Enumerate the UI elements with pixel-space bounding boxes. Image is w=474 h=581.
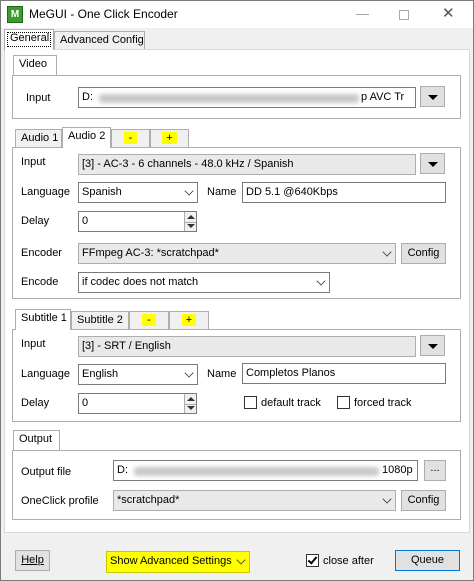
show-advanced-settings-select[interactable]: Show Advanced Settings <box>106 551 250 573</box>
check-icon <box>307 554 318 565</box>
default-track-checkbox[interactable] <box>244 396 257 409</box>
audio-add-label: + <box>162 132 177 144</box>
chevron-down-icon <box>382 494 392 504</box>
chevron-down-icon <box>184 186 194 196</box>
chevron-down-icon <box>382 247 392 257</box>
spin-up-icon <box>187 215 195 219</box>
audio-name-field[interactable]: DD 5.1 @640Kbps <box>242 182 446 203</box>
spin-down-icon <box>187 406 195 410</box>
audio-config-button[interactable]: Config <box>401 243 446 264</box>
output-file-suffix: 1080p <box>382 464 413 476</box>
subtitle-input-select[interactable]: [3] - SRT / English <box>78 336 416 357</box>
video-input-redacted <box>99 94 359 103</box>
subtitle-input-label: Input <box>21 338 46 350</box>
close-after-checkbox[interactable] <box>306 554 319 567</box>
video-input-field[interactable]: D: p AVC Tr <box>78 87 416 108</box>
audio-encoder-value: FFmpeg AC-3: *scratchpad* <box>82 247 219 259</box>
video-input-suffix: p AVC Tr <box>361 91 405 103</box>
subtitle-delay-value: 0 <box>82 397 89 409</box>
forced-track-checkbox[interactable] <box>337 396 350 409</box>
audio-name-label: Name <box>207 186 237 198</box>
oneclick-profile-select[interactable]: *scratchpad* <box>113 490 396 511</box>
tab-audio-add[interactable]: + <box>150 129 189 148</box>
audio-language-label: Language <box>21 186 70 198</box>
tab-output[interactable]: Output <box>13 430 60 451</box>
spin-up-icon <box>187 397 195 401</box>
audio-encode-value: if codec does not match <box>82 276 199 288</box>
tab-general[interactable]: General <box>4 29 54 50</box>
subtitle-delay-spinner[interactable] <box>184 394 196 413</box>
chevron-down-icon <box>236 555 246 565</box>
forced-track-label: forced track <box>354 397 412 409</box>
tab-advanced-config[interactable]: Advanced Config <box>54 31 145 50</box>
video-input-dropdown-button[interactable] <box>420 86 445 107</box>
oneclick-profile-label: OneClick profile <box>21 495 99 507</box>
dropdown-arrow-icon <box>427 161 438 167</box>
tab-subtitle-2[interactable]: Subtitle 2 <box>71 311 129 330</box>
close-icon[interactable]: ✕ <box>442 4 455 22</box>
audio-remove-label: - <box>123 132 138 144</box>
audio-language-select[interactable]: Spanish <box>78 182 198 203</box>
audio-input-select[interactable]: [3] - AC-3 - 6 channels - 48.0 kHz / Spa… <box>78 154 416 175</box>
audio-language-value: Spanish <box>82 186 122 198</box>
audio-input-dropdown-button[interactable] <box>420 153 445 174</box>
tab-audio-1[interactable]: Audio 1 <box>15 129 62 148</box>
title-bar[interactable]: M MeGUI - One Click Encoder — ✕ <box>1 1 473 28</box>
tab-audio-2[interactable]: Audio 2 <box>62 127 111 148</box>
oneclick-profile-value: *scratchpad* <box>117 494 180 506</box>
tab-subtitle-add[interactable]: + <box>169 311 209 330</box>
subtitle-language-value: English <box>82 368 119 380</box>
close-after-label: close after <box>323 555 374 567</box>
tab-audio-remove[interactable]: - <box>111 129 150 148</box>
chevron-down-icon <box>184 368 194 378</box>
subtitle-input-dropdown-button[interactable] <box>420 335 445 356</box>
subtitle-language-label: Language <box>21 368 70 380</box>
dropdown-arrow-icon <box>427 94 438 100</box>
chevron-down-icon <box>316 276 326 286</box>
help-button[interactable]: Help <box>15 550 50 571</box>
tab-subtitle-1[interactable]: Subtitle 1 <box>15 309 71 330</box>
spin-down-icon <box>187 224 195 228</box>
advanced-settings-label: Show Advanced Settings <box>110 555 232 567</box>
subtitle-add-label: + <box>181 314 197 326</box>
audio-encode-select[interactable]: if codec does not match <box>78 272 330 293</box>
queue-button[interactable]: Queue <box>395 550 460 571</box>
maximize-icon[interactable] <box>399 10 409 20</box>
audio-delay-spinner[interactable] <box>184 212 196 231</box>
subtitle-name-label: Name <box>207 368 237 380</box>
help-label: Help <box>21 554 44 566</box>
audio-delay-value: 0 <box>82 215 89 227</box>
audio-encoder-label: Encoder <box>21 247 62 259</box>
subtitle-name-field[interactable]: Completos Planos <box>242 363 446 384</box>
minimize-icon[interactable]: — <box>356 6 369 21</box>
subtitle-delay-label: Delay <box>21 397 50 409</box>
audio-encode-label: Encode <box>21 276 59 288</box>
audio-input-label: Input <box>21 156 46 168</box>
audio-encoder-select[interactable]: FFmpeg AC-3: *scratchpad* <box>78 243 396 264</box>
subtitle-language-select[interactable]: English <box>78 364 198 385</box>
dropdown-arrow-icon <box>427 343 438 349</box>
megui-app-icon: M <box>7 6 23 23</box>
output-file-label: Output file <box>21 466 72 478</box>
output-file-field[interactable]: D: 1080p <box>113 460 418 481</box>
audio-delay-label: Delay <box>21 215 50 227</box>
default-track-label: default track <box>261 397 321 409</box>
profile-config-button[interactable]: Config <box>401 490 446 511</box>
output-file-redacted <box>134 467 379 476</box>
output-file-prefix: D: <box>117 464 128 476</box>
subtitle-remove-label: - <box>142 314 156 326</box>
tab-video[interactable]: Video <box>13 55 57 76</box>
window-title: MeGUI - One Click Encoder <box>29 7 178 21</box>
video-input-prefix: D: <box>82 91 93 103</box>
megui-window: M MeGUI - One Click Encoder — ✕ General … <box>0 0 474 581</box>
video-input-label: Input <box>26 92 51 104</box>
audio-delay-field[interactable]: 0 <box>78 211 197 232</box>
tab-subtitle-remove[interactable]: - <box>129 311 169 330</box>
subtitle-delay-field[interactable]: 0 <box>78 393 197 414</box>
output-browse-button[interactable]: ... <box>424 460 446 481</box>
